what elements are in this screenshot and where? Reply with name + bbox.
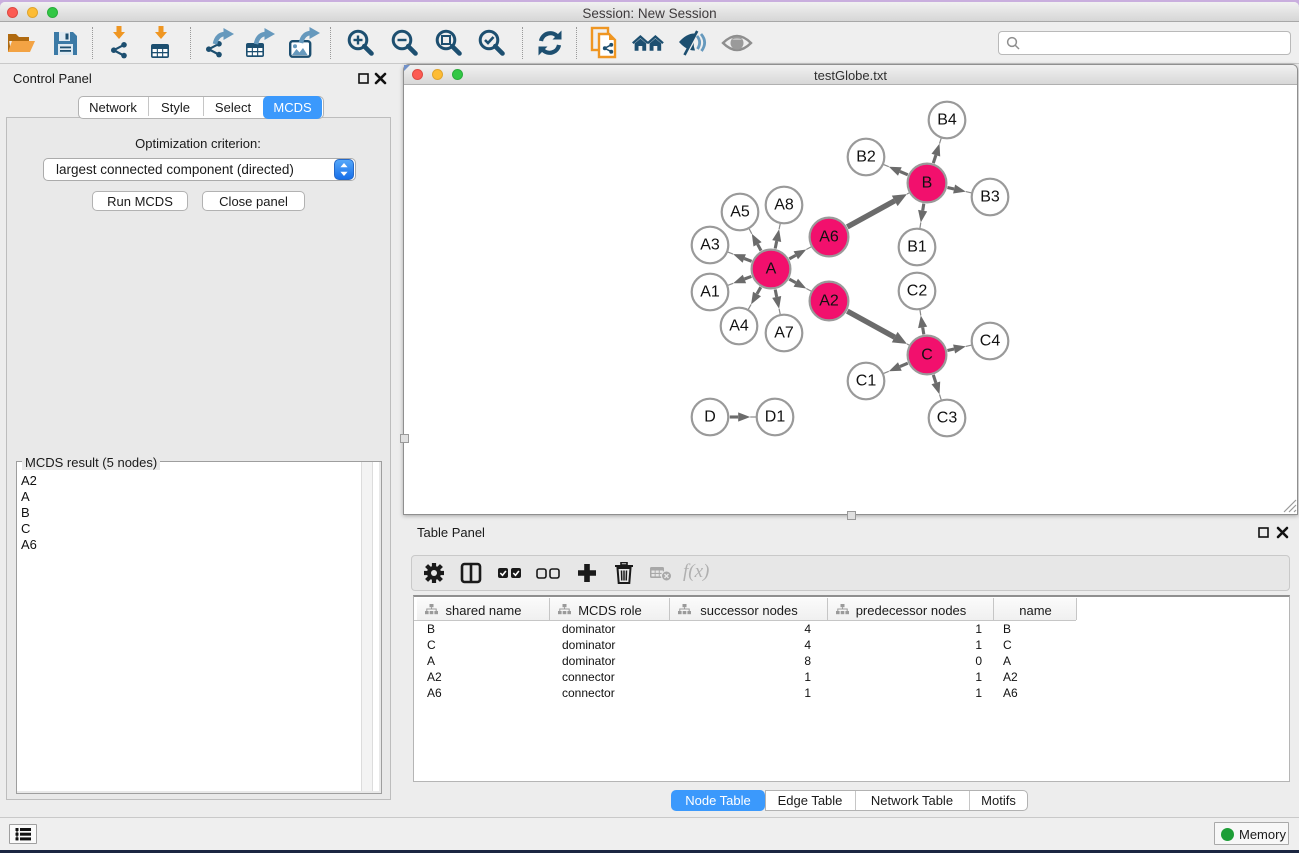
svg-text:A1: A1 (700, 284, 720, 301)
svg-text:C: C (921, 347, 933, 364)
svg-text:A2: A2 (819, 293, 839, 310)
svg-text:A8: A8 (774, 197, 794, 214)
svg-text:C3: C3 (937, 410, 958, 427)
svg-text:C1: C1 (856, 373, 877, 390)
svg-text:A: A (766, 261, 777, 278)
svg-text:B1: B1 (907, 239, 927, 256)
svg-text:A7: A7 (774, 325, 794, 342)
svg-text:D: D (704, 409, 716, 426)
svg-text:D1: D1 (765, 409, 786, 426)
svg-text:A4: A4 (729, 318, 749, 335)
svg-text:B3: B3 (980, 189, 1000, 206)
svg-text:C2: C2 (907, 283, 928, 300)
svg-text:A6: A6 (819, 229, 839, 246)
svg-text:A5: A5 (730, 204, 750, 221)
svg-text:B4: B4 (937, 112, 957, 129)
svg-text:A3: A3 (700, 237, 720, 254)
svg-text:B: B (922, 175, 933, 192)
svg-text:C4: C4 (980, 333, 1001, 350)
svg-text:B2: B2 (856, 149, 876, 166)
